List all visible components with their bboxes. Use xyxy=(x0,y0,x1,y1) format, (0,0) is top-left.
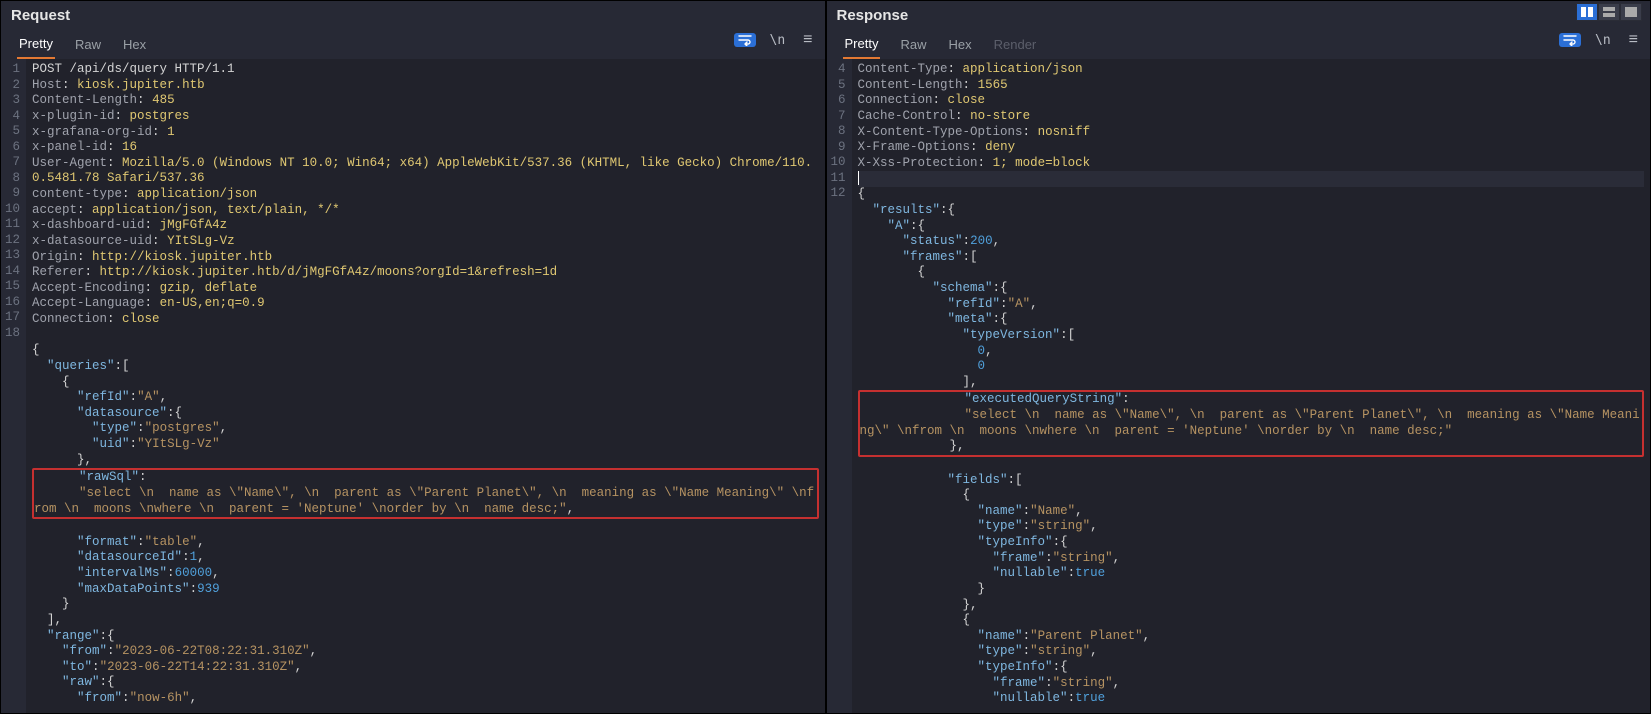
request-header: Request Pretty Raw Hex \n ≡ xyxy=(1,1,825,59)
tab-hex[interactable]: Hex xyxy=(946,33,973,58)
layout-rows-icon[interactable] xyxy=(1598,3,1620,21)
wrap-lines-icon[interactable] xyxy=(734,33,756,47)
response-code[interactable]: Content-Type: application/jsonContent-Le… xyxy=(852,59,1650,713)
wrap-lines-icon[interactable] xyxy=(1559,33,1581,47)
layout-columns-icon[interactable] xyxy=(1576,3,1598,21)
request-tabs: Pretty Raw Hex xyxy=(11,32,815,59)
show-newlines-icon[interactable]: \n xyxy=(766,31,790,50)
tab-render[interactable]: Render xyxy=(992,33,1039,58)
response-tabs: Pretty Raw Hex Render xyxy=(837,32,1641,59)
show-newlines-icon[interactable]: \n xyxy=(1591,31,1615,50)
menu-icon[interactable]: ≡ xyxy=(799,29,816,51)
request-editor[interactable]: 123456789101112131415161718 POST /api/ds… xyxy=(1,59,825,713)
request-pane: Request Pretty Raw Hex \n ≡ 123456789101… xyxy=(0,0,826,714)
tab-hex[interactable]: Hex xyxy=(121,33,148,58)
tab-pretty[interactable]: Pretty xyxy=(17,32,55,59)
tab-raw[interactable]: Raw xyxy=(898,33,928,58)
request-title: Request xyxy=(11,7,815,28)
response-pane: Response Pretty Raw Hex Render \n ≡ 4567… xyxy=(826,0,1651,714)
layout-single-icon[interactable] xyxy=(1620,3,1642,21)
request-code[interactable]: POST /api/ds/query HTTP/1.1Host: kiosk.j… xyxy=(26,59,824,713)
response-editor[interactable]: 456789101112 Content-Type: application/j… xyxy=(827,59,1651,713)
tab-raw[interactable]: Raw xyxy=(73,33,103,58)
response-title: Response xyxy=(837,7,1641,28)
tab-pretty[interactable]: Pretty xyxy=(843,32,881,59)
response-gutter: 456789101112 xyxy=(827,59,852,713)
layout-buttons xyxy=(1576,3,1642,21)
request-header-icons: \n ≡ xyxy=(734,29,817,51)
menu-icon[interactable]: ≡ xyxy=(1625,29,1642,51)
response-header-icons: \n ≡ xyxy=(1559,29,1642,51)
response-header: Response Pretty Raw Hex Render \n ≡ xyxy=(827,1,1651,59)
request-gutter: 123456789101112131415161718 xyxy=(1,59,26,713)
